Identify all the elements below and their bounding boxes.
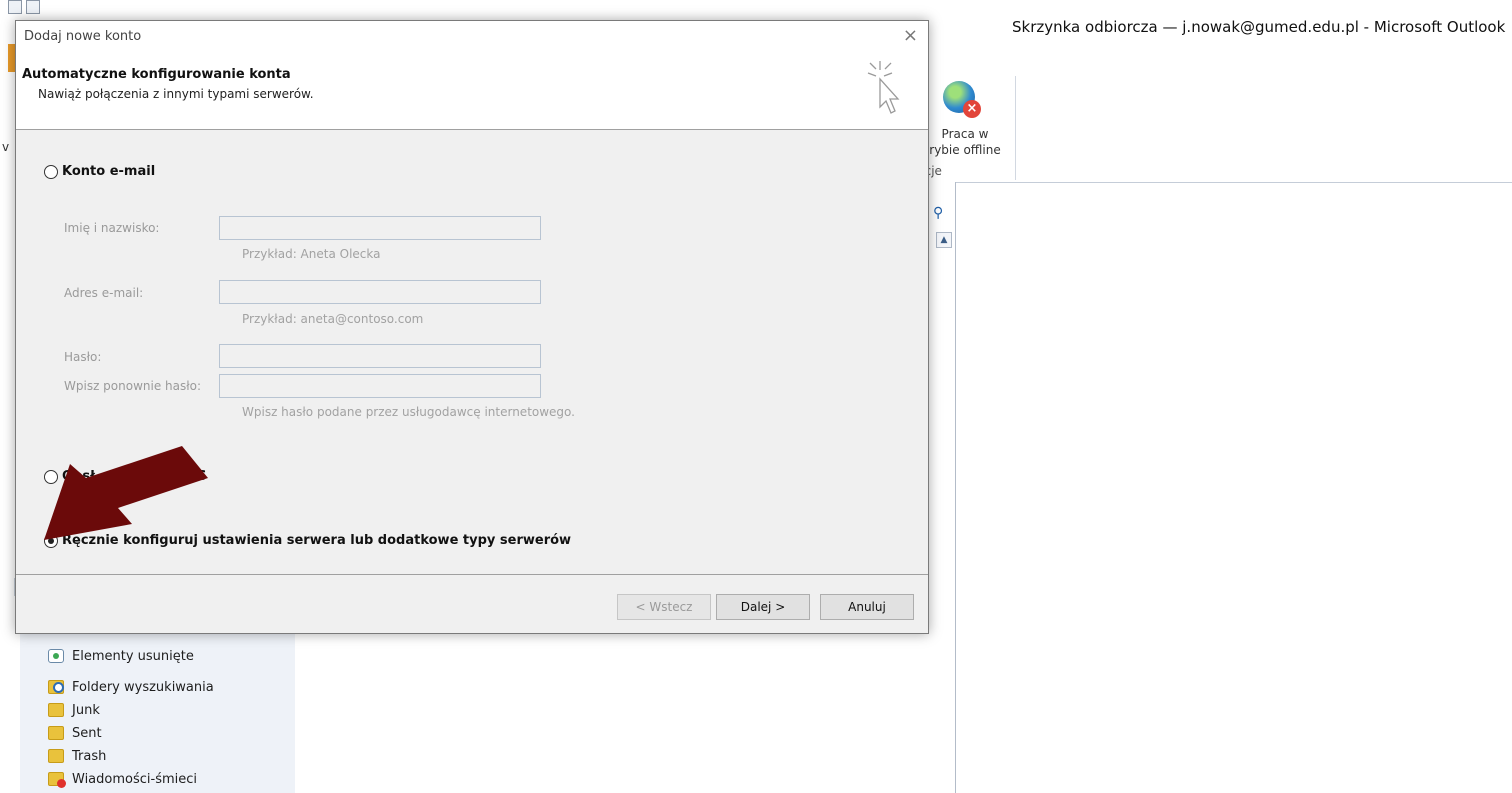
dialog-titlebar: Dodaj nowe konto ×: [16, 21, 928, 53]
scroll-up-arrow-icon[interactable]: ▲: [936, 232, 952, 248]
folder-label: Elementy usunięte: [72, 648, 194, 664]
email-label: Adres e-mail:: [64, 286, 144, 300]
outlook-logo-icon: [8, 0, 22, 14]
option-label: Obsł ci SMS: [62, 469, 207, 484]
next-button[interactable]: Dalej >: [716, 594, 810, 620]
folder-junk-email[interactable]: Wiadomości-śmieci: [48, 768, 197, 790]
password-confirm-field[interactable]: [219, 374, 541, 398]
quick-access-toolbar: [8, 0, 108, 14]
folder-label: Sent: [72, 725, 102, 741]
send-receive-icon[interactable]: [26, 0, 40, 14]
sms-radio[interactable]: [44, 469, 58, 484]
search-folder-icon: [48, 680, 64, 694]
ribbon-clipped-label: v: [2, 140, 10, 154]
dialog-header: Automatyczne konfigurowanie konta Nawiąż…: [16, 53, 928, 130]
add-account-dialog: Dodaj nowe konto × Automatyczne konfigur…: [15, 20, 929, 634]
password-label: Hasło:: [64, 350, 102, 364]
password-hint: Wpisz hasło podane przez usługodawcę int…: [242, 405, 575, 419]
password-confirm-label: Wpisz ponownie hasło:: [64, 379, 202, 393]
folder-label: Foldery wyszukiwania: [72, 679, 214, 695]
option-email-account[interactable]: Konto e-mail: [44, 164, 155, 179]
footer-divider: [16, 574, 928, 575]
option-sms[interactable]: Obsł ci SMS: [44, 469, 207, 484]
search-icon[interactable]: ⚲: [933, 205, 949, 221]
folder-junk[interactable]: Junk: [48, 699, 100, 721]
email-hint: Przykład: aneta@contoso.com: [242, 312, 424, 326]
folder-deleted-items[interactable]: Elementy usunięte: [48, 645, 194, 667]
option-manual-setup[interactable]: Ręcznie konfiguruj ustawienia serwera lu…: [44, 533, 571, 548]
folder-icon: [48, 749, 64, 763]
email-account-radio[interactable]: [44, 164, 58, 179]
name-field[interactable]: [219, 216, 541, 240]
dialog-heading: Automatyczne konfigurowanie konta: [22, 67, 291, 82]
folder-icon: [48, 703, 64, 717]
window-title: Skrzynka odbiorcza — j.nowak@gumed.edu.p…: [1012, 18, 1506, 36]
option-label: Konto e-mail: [62, 164, 156, 179]
offline-x-icon: ×: [963, 100, 981, 118]
option-label: Ręcznie konfiguruj ustawienia serwera lu…: [62, 533, 572, 548]
folder-trash[interactable]: Trash: [48, 745, 106, 767]
name-hint: Przykład: Aneta Olecka: [242, 247, 381, 261]
folder-icon: [48, 726, 64, 740]
work-offline-label: Praca w rybie offline: [929, 127, 1001, 157]
password-field[interactable]: [219, 344, 541, 368]
folder-label: Wiadomości-śmieci: [72, 771, 197, 787]
cancel-button[interactable]: Anuluj: [820, 594, 914, 620]
deleted-items-icon: [48, 649, 64, 663]
dialog-subheading: Nawiąż połączenia z innymi typami serwer…: [38, 87, 314, 101]
folder-search-folders[interactable]: Foldery wyszukiwania: [48, 676, 214, 698]
folder-sent[interactable]: Sent: [48, 722, 102, 744]
folder-label: Junk: [72, 702, 100, 718]
name-label: Imię i nazwisko:: [64, 221, 160, 235]
auto-setup-cursor-icon: [867, 61, 900, 114]
email-field[interactable]: [219, 280, 541, 304]
back-button[interactable]: < Wstecz: [617, 594, 711, 620]
message-list-scrollbar[interactable]: [933, 182, 956, 793]
folder-label: Trash: [72, 748, 107, 764]
close-icon[interactable]: ×: [903, 26, 918, 46]
manual-setup-radio[interactable]: [44, 533, 58, 548]
dialog-title: Dodaj nowe konto: [24, 29, 142, 44]
junk-folder-icon: [48, 772, 66, 788]
